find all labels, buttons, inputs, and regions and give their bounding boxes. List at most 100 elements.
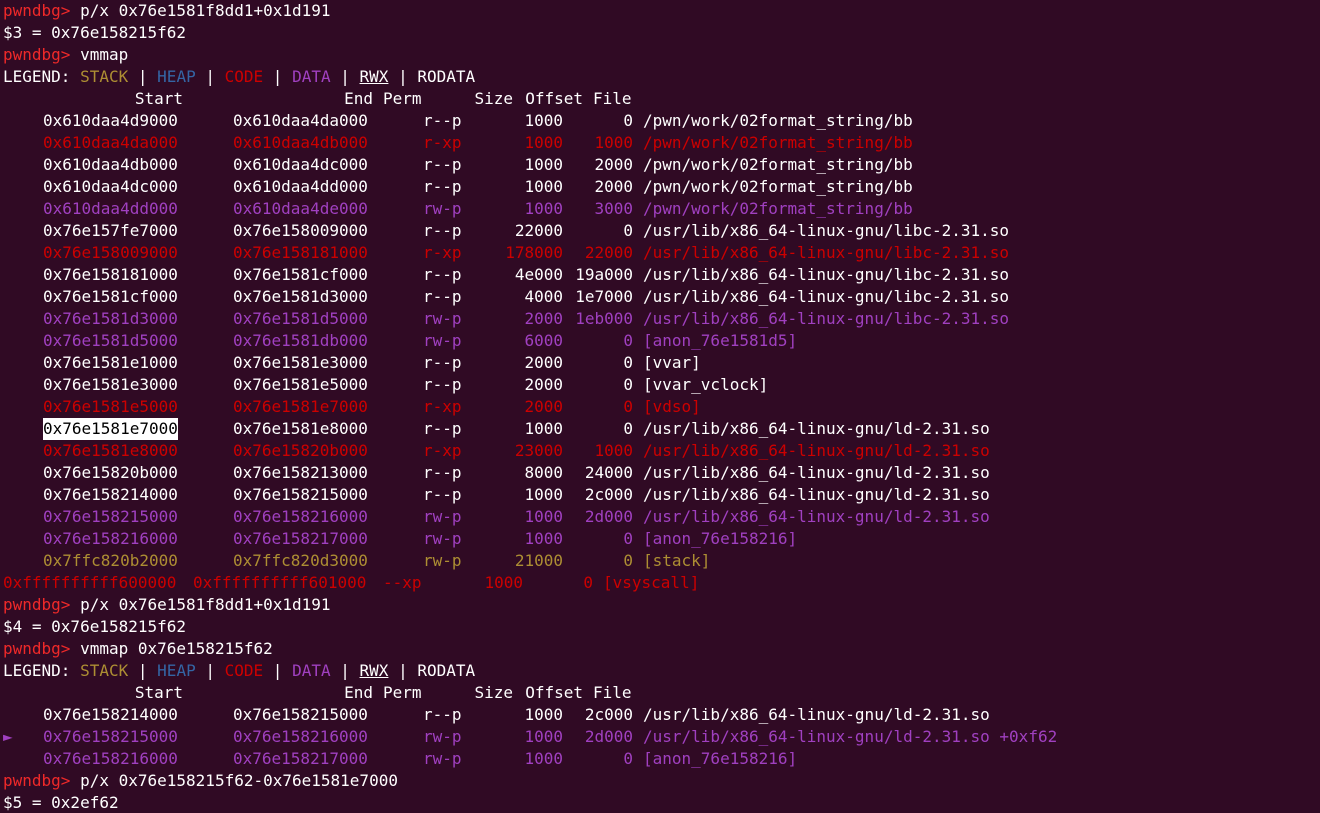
- header-file: File: [593, 683, 632, 702]
- legend-label: LEGEND:: [3, 661, 71, 680]
- legend-rodata: RODATA: [417, 661, 476, 680]
- row-end-address: 0x76e1581cf000: [233, 265, 368, 284]
- row-start-address: 0x76e158216000: [43, 749, 178, 768]
- row-file: [vsyscall]: [603, 573, 700, 592]
- vmmap-row: 0x76e158214000 0x76e158215000 r--p 1000 2c00…: [3, 704, 1320, 726]
- vmmap-row: 0xffffffffff600000 0xffffffffff601000 --xp…: [3, 572, 1320, 594]
- row-permissions: r--p: [423, 419, 462, 438]
- row-offset: 0: [623, 221, 633, 240]
- row-start-address: 0x76e1581e3000: [43, 375, 178, 394]
- legend-rodata: RODATA: [417, 67, 476, 86]
- row-offset: 0: [623, 111, 633, 130]
- legend-separator: |: [272, 661, 283, 680]
- row-permissions: r--p: [423, 155, 462, 174]
- vmmap-row: 0x76e158215000 0x76e158216000 rw-p 1000 2d00…: [3, 506, 1320, 528]
- vmmap-row: 0x76e158214000 0x76e158215000 r--p 1000 2c00…: [3, 484, 1320, 506]
- row-size: 4e000: [514, 265, 563, 284]
- row-size: 1000: [524, 199, 563, 218]
- row-start-address: 0x76e158214000: [43, 485, 178, 504]
- row-start-address: 0x76e158214000: [43, 705, 178, 724]
- row-size: 1000: [524, 133, 563, 152]
- row-size: 23000: [514, 441, 563, 460]
- header-start: Start: [134, 683, 183, 702]
- row-file: [vdso]: [643, 397, 701, 416]
- row-start-address: 0x76e158215000: [43, 507, 178, 526]
- row-permissions: rw-p: [423, 331, 462, 350]
- header-perm: Perm: [383, 89, 422, 108]
- legend-data: DATA: [292, 67, 331, 86]
- row-permissions: rw-p: [423, 727, 462, 746]
- vmmap-row: 0x76e1581d5000 0x76e1581db000 rw-p 6000 0 [an…: [3, 330, 1320, 352]
- legend-rwx: RWX: [359, 661, 389, 680]
- legend-label: LEGEND:: [3, 67, 71, 86]
- row-end-address: 0xffffffffff601000: [193, 573, 367, 592]
- legend-separator: |: [398, 661, 408, 680]
- row-file: /usr/lib/x86_64-linux-gnu/ld-2.31.so: [643, 441, 990, 460]
- row-file: /pwn/work/02format_string/bb: [643, 133, 913, 152]
- row-file: /usr/lib/x86_64-linux-gnu/ld-2.31.so: [643, 705, 990, 724]
- row-start-address: 0x76e15820b000: [43, 463, 178, 482]
- row-offset: 0: [623, 551, 633, 570]
- header-file: File: [593, 89, 632, 108]
- row-end-address: 0x610daa4dc000: [233, 155, 368, 174]
- row-start-address: 0x76e1581e7000: [43, 418, 233, 440]
- row-end-address: 0x76e1581e8000: [233, 419, 368, 438]
- header-end: End: [344, 89, 373, 108]
- vmmap-row: 0x76e158216000 0x76e158217000 rw-p 1000 0 [an…: [3, 528, 1320, 550]
- row-permissions: --xp: [383, 573, 422, 592]
- current-mapping-arrow-icon: ►: [3, 727, 13, 746]
- legend-data: DATA: [292, 661, 331, 680]
- row-end-address: 0x610daa4db000: [233, 133, 368, 152]
- row-offset: 2c000: [584, 485, 633, 504]
- header-size: Size: [474, 89, 513, 108]
- row-start-address: 0x76e158216000: [43, 529, 178, 548]
- row-file: /usr/lib/x86_64-linux-gnu/libc-2.31.so: [643, 265, 1010, 284]
- header-start: Start: [134, 89, 183, 108]
- row-permissions: r--p: [423, 463, 462, 482]
- command-text: p/x 0x76e1581f8dd1+0x1d191: [80, 595, 331, 614]
- row-size: 2000: [524, 353, 563, 372]
- prompt: pwndbg>: [3, 45, 71, 64]
- row-start-address: 0x76e1581cf000: [43, 287, 178, 306]
- row-end-address: 0x76e1581e5000: [233, 375, 368, 394]
- row-size: 178000: [505, 243, 563, 262]
- vmmap-row: 0x76e1581d3000 0x76e1581d5000 rw-p 2000 1eb0…: [3, 308, 1320, 330]
- row-offset: 3000: [594, 199, 633, 218]
- vmmap-row: 0x610daa4dc000 0x610daa4dd000 r--p 1000 2000…: [3, 176, 1320, 198]
- row-start-address: 0x76e1581e5000: [43, 397, 178, 416]
- row-file: [anon_76e1581d5]: [643, 331, 798, 350]
- legend-stack: STACK: [80, 67, 129, 86]
- row-file: [anon_76e158216]: [643, 749, 798, 768]
- row-permissions: r--p: [423, 177, 462, 196]
- prompt: pwndbg>: [3, 1, 71, 20]
- selected-text-highlight[interactable]: 0x76e1581e7000: [43, 418, 178, 440]
- row-file: [stack]: [643, 551, 711, 570]
- row-start-address: 0x610daa4db000: [43, 155, 178, 174]
- row-start-address: 0x76e158009000: [43, 243, 178, 262]
- row-start-address: 0x76e158215000: [43, 727, 178, 746]
- terminal-window[interactable]: pwndbg> p/x 0x76e1581f8dd1+0x1d191 $3 = …: [0, 0, 1320, 813]
- legend-heap: HEAP: [157, 661, 196, 680]
- row-size: 1000: [524, 485, 563, 504]
- row-end-address: 0x76e1581e3000: [233, 353, 368, 372]
- vmmap-row: 0x76e158216000 0x76e158217000 rw-p 1000 0 [an…: [3, 748, 1320, 770]
- row-file: [anon_76e158216]: [643, 529, 798, 548]
- row-file: /usr/lib/x86_64-linux-gnu/libc-2.31.so: [643, 309, 1010, 328]
- row-permissions: rw-p: [423, 309, 462, 328]
- vmmap-row: 0x610daa4db000 0x610daa4dc000 r--p 1000 2000…: [3, 154, 1320, 176]
- row-file: /usr/lib/x86_64-linux-gnu/ld-2.31.so: [643, 507, 990, 526]
- row-start-address: 0x76e1581d5000: [43, 331, 178, 350]
- vmmap-header: Start End Perm Size Offset File: [3, 682, 1320, 704]
- row-permissions: rw-p: [423, 749, 462, 768]
- row-file: /usr/lib/x86_64-linux-gnu/ld-2.31.so: [643, 419, 990, 438]
- vmmap-table: 0x76e158214000 0x76e158215000 r--p 1000 2c00…: [3, 704, 1320, 770]
- vmmap-header: Start End Perm Size Offset File: [3, 88, 1320, 110]
- vmmap-row: 0x7ffc820b2000 0x7ffc820d3000 rw-p 21000 0 [s…: [3, 550, 1320, 572]
- row-permissions: r--p: [423, 375, 462, 394]
- row-end-address: 0x76e158216000: [233, 507, 368, 526]
- row-offset: 24000: [584, 463, 633, 482]
- row-offset: 2d000: [584, 727, 633, 746]
- row-offset: 0: [623, 529, 633, 548]
- row-start-address: 0x610daa4da000: [43, 133, 178, 152]
- row-offset: 0: [623, 749, 633, 768]
